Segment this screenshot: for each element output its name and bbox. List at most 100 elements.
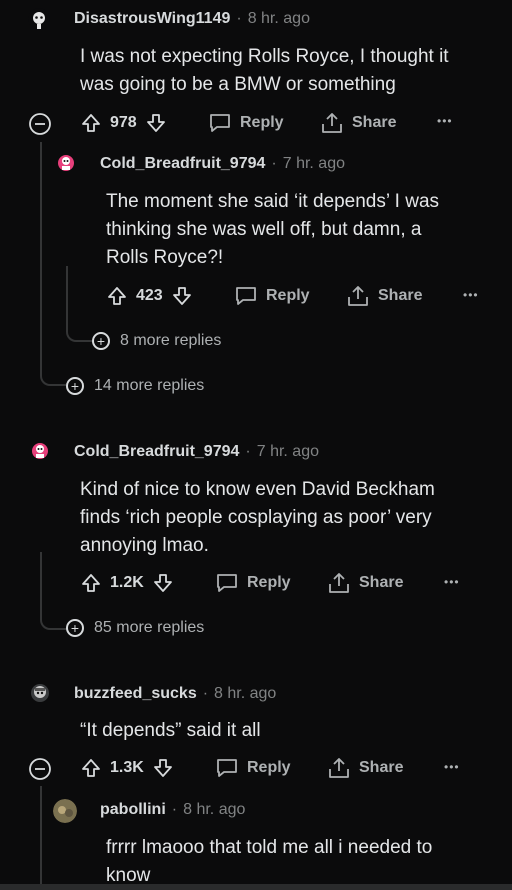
timestamp: 7 hr. ago xyxy=(256,443,319,460)
comment-header: pabollini · 8 hr. ago xyxy=(100,801,245,819)
thread-curve xyxy=(40,372,66,386)
timestamp: 8 hr. ago xyxy=(247,10,310,27)
avatar[interactable] xyxy=(29,440,51,462)
comment-header: DisastrousWing1149 · 8 hr. ago xyxy=(74,10,310,28)
more-replies-button[interactable]: + 85 more replies xyxy=(66,619,204,637)
plus-icon: + xyxy=(66,619,84,637)
username[interactable]: pabollini xyxy=(100,801,166,819)
username[interactable]: buzzfeed_sucks xyxy=(74,685,197,703)
share-label: Share xyxy=(359,759,404,776)
more-options-button[interactable]: ••• xyxy=(444,760,460,774)
collapse-button[interactable] xyxy=(28,757,52,781)
avatar[interactable] xyxy=(28,8,50,30)
avatar[interactable] xyxy=(53,799,77,823)
avatar[interactable] xyxy=(29,682,51,704)
comment-line: finds ‘rich people cosplaying as poor’ v… xyxy=(80,507,432,528)
separator-dot: · xyxy=(271,155,277,172)
comment-body: The moment she said ‘it depends’ I was t… xyxy=(106,188,439,272)
vote-count: 1.2K xyxy=(110,574,144,591)
collapse-button[interactable] xyxy=(28,112,52,136)
reply-icon xyxy=(234,285,258,307)
reply-label: Reply xyxy=(247,759,291,776)
comment-line: annoying lmao. xyxy=(80,535,209,556)
separator-dot: · xyxy=(245,443,251,460)
reply-button[interactable]: Reply xyxy=(208,112,284,134)
reply-icon xyxy=(215,572,239,594)
timestamp: 8 hr. ago xyxy=(183,801,246,818)
share-icon xyxy=(320,112,344,134)
share-label: Share xyxy=(352,114,397,131)
downvote-icon[interactable] xyxy=(145,112,167,134)
more-options-button[interactable]: ••• xyxy=(437,114,453,128)
thread-curve xyxy=(66,326,92,342)
vote-bar: 978 xyxy=(80,112,167,134)
more-options-button[interactable]: ••• xyxy=(463,288,479,302)
comment-line: I was not expecting Rolls Royce, I thoug… xyxy=(80,46,449,67)
plus-icon: + xyxy=(66,377,84,395)
vote-count: 978 xyxy=(110,114,137,131)
reply-label: Reply xyxy=(240,114,284,131)
reply-button[interactable]: Reply xyxy=(215,757,291,779)
comment-line: frrrr lmaooo that told me all i needed t… xyxy=(106,837,433,858)
share-label: Share xyxy=(359,574,404,591)
reply-label: Reply xyxy=(266,287,310,304)
more-replies-button[interactable]: + 14 more replies xyxy=(66,377,204,395)
more-replies-label: 8 more replies xyxy=(120,332,222,349)
comment-line: Rolls Royce?! xyxy=(106,247,224,268)
share-button[interactable]: Share xyxy=(320,112,396,134)
more-options-button[interactable]: ••• xyxy=(444,575,460,589)
reply-button[interactable]: Reply xyxy=(234,285,310,307)
avatar[interactable] xyxy=(55,152,77,174)
username[interactable]: Cold_Breadfruit_9794 xyxy=(100,155,265,173)
share-label: Share xyxy=(378,287,423,304)
upvote-icon[interactable] xyxy=(80,572,102,594)
comment-line: Kind of nice to know even David Beckham xyxy=(80,479,435,500)
more-replies-label: 85 more replies xyxy=(94,619,205,636)
share-icon xyxy=(327,572,351,594)
upvote-icon[interactable] xyxy=(80,757,102,779)
share-button[interactable]: Share xyxy=(346,285,422,307)
vote-count: 1.3K xyxy=(110,759,144,776)
downvote-icon[interactable] xyxy=(152,572,174,594)
comment-line: “It depends” said it all xyxy=(80,720,261,741)
reply-label: Reply xyxy=(247,574,291,591)
timestamp: 8 hr. ago xyxy=(214,685,277,702)
comment-line: thinking she was well off, but damn, a xyxy=(106,219,422,240)
more-replies-button[interactable]: + 8 more replies xyxy=(92,332,221,350)
comment-body: I was not expecting Rolls Royce, I thoug… xyxy=(80,43,449,99)
upvote-icon[interactable] xyxy=(106,285,128,307)
vote-count: 423 xyxy=(136,287,163,304)
reply-button[interactable]: Reply xyxy=(215,572,291,594)
downvote-icon[interactable] xyxy=(171,285,193,307)
share-icon xyxy=(327,757,351,779)
comment-body: frrrr lmaooo that told me all i needed t… xyxy=(106,834,432,890)
reply-icon xyxy=(215,757,239,779)
vote-bar: 1.3K xyxy=(80,757,174,779)
share-button[interactable]: Share xyxy=(327,572,403,594)
comment-line: was going to be a BMW or something xyxy=(80,74,396,95)
thread-line[interactable] xyxy=(66,266,68,328)
thread-line[interactable] xyxy=(40,142,42,374)
share-icon xyxy=(346,285,370,307)
separator-dot: · xyxy=(236,10,242,27)
upvote-icon[interactable] xyxy=(80,112,102,134)
thread-line[interactable] xyxy=(40,552,42,616)
username[interactable]: DisastrousWing1149 xyxy=(74,10,230,28)
thread-curve xyxy=(40,614,66,630)
comment-header: Cold_Breadfruit_9794 · 7 hr. ago xyxy=(74,443,319,461)
thread-line[interactable] xyxy=(40,786,42,890)
more-replies-label: 14 more replies xyxy=(94,377,205,394)
vote-bar: 1.2K xyxy=(80,572,174,594)
comment-header: Cold_Breadfruit_9794 · 7 hr. ago xyxy=(100,155,345,173)
separator-dot: · xyxy=(171,801,178,818)
timestamp: 7 hr. ago xyxy=(282,155,345,172)
username[interactable]: Cold_Breadfruit_9794 xyxy=(74,443,239,461)
comment-header: buzzfeed_sucks · 8 hr. ago xyxy=(74,685,276,703)
reply-icon xyxy=(208,112,232,134)
plus-icon: + xyxy=(92,332,110,350)
separator-dot: · xyxy=(202,685,209,702)
downvote-icon[interactable] xyxy=(152,757,174,779)
vote-bar: 423 xyxy=(106,285,193,307)
share-button[interactable]: Share xyxy=(327,757,403,779)
comment-line: The moment she said ‘it depends’ I was xyxy=(106,191,440,212)
